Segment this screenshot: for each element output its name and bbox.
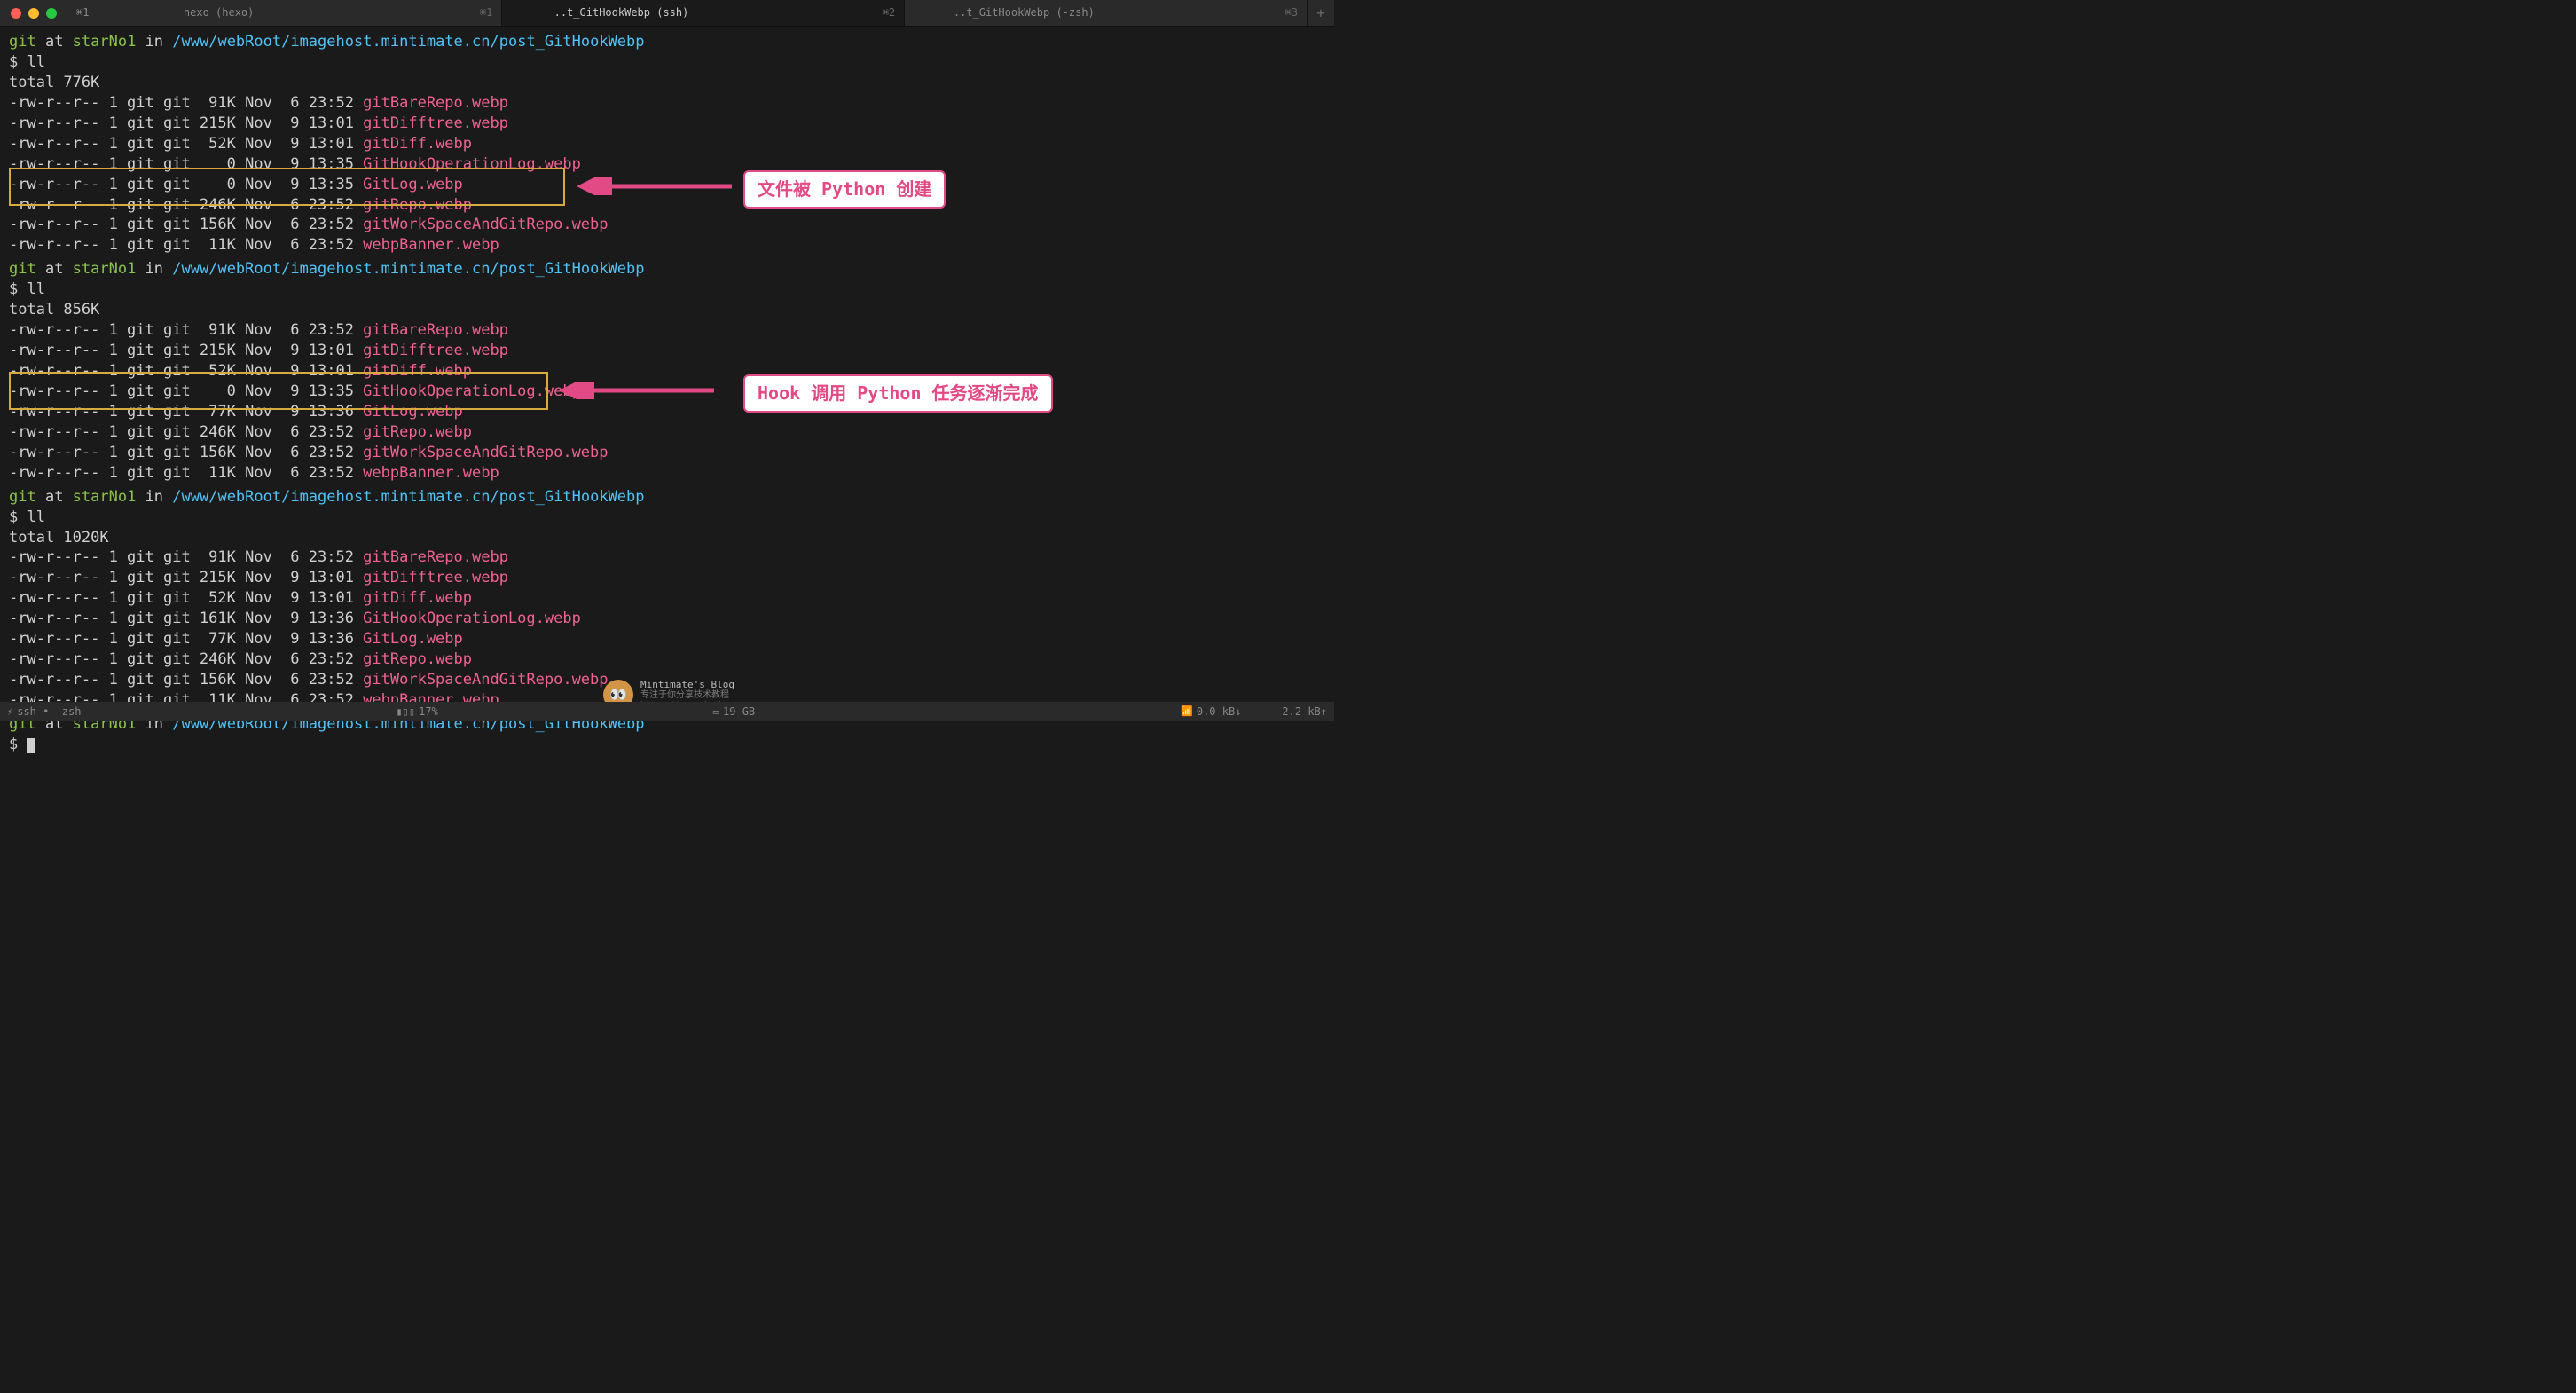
tab-title: ..t_GitHookWebp (-zsh) xyxy=(905,5,1143,20)
ls-line: -rw-r--r-- 1 git git 156K Nov 6 23:52 gi… xyxy=(9,215,1325,235)
memory-icon: ▭ xyxy=(713,704,719,719)
prompt-line: git at starNo1 in /www/webRoot/imagehost… xyxy=(9,32,1325,52)
status-network: 📶 0.0 kB↓ 2.2 kB↑ xyxy=(1181,704,1327,719)
ls-line: -rw-r--r-- 1 git git 215K Nov 9 13:01 gi… xyxy=(9,114,1325,134)
status-bar: ⚡︎ ssh • -zsh ▮▯▯ 17% ▭ 19 GB 📶 0.0 kB↓ … xyxy=(0,702,1334,721)
ls-line: -rw-r--r-- 1 git git 215K Nov 9 13:01 gi… xyxy=(9,568,1325,588)
command-line: $ ll xyxy=(9,279,1325,300)
tab-0[interactable]: hexo (hexo) ⌘1 xyxy=(99,0,502,26)
tab-1[interactable]: ..t_GitHookWebp (ssh) ⌘2 xyxy=(502,0,905,26)
annotation-2: Hook 调用 Python 任务逐渐完成 xyxy=(743,374,1053,413)
wifi-icon: 📶 xyxy=(1181,705,1193,719)
ls-line: -rw-r--r-- 1 git git 77K Nov 9 13:36 Git… xyxy=(9,402,1325,422)
ls-line: -rw-r--r-- 1 git git 156K Nov 6 23:52 gi… xyxy=(9,443,1325,463)
tab-shortcut: ⌘2 xyxy=(883,5,904,20)
minimize-icon[interactable] xyxy=(28,8,39,19)
prompt-line: git at starNo1 in /www/webRoot/imagehost… xyxy=(9,259,1325,279)
new-tab-button[interactable]: + xyxy=(1308,4,1334,23)
bolt-icon: ⚡︎ xyxy=(7,704,13,719)
ls-line: -rw-r--r-- 1 git git 11K Nov 6 23:52 web… xyxy=(9,463,1325,484)
ls-line: -rw-r--r-- 1 git git 246K Nov 6 23:52 gi… xyxy=(9,649,1325,670)
status-memory: ▭ 19 GB xyxy=(713,704,755,719)
command-line: $ ll xyxy=(9,52,1325,73)
tab-title: hexo (hexo) xyxy=(99,5,337,20)
window-controls: ⌘1 xyxy=(0,5,99,20)
status-session-text: ssh • -zsh xyxy=(17,704,81,719)
memory-text: 19 GB xyxy=(723,704,755,719)
ls-line: -rw-r--r-- 1 git git 161K Nov 9 13:36 Gi… xyxy=(9,609,1325,629)
ls-line: -rw-r--r-- 1 git git 91K Nov 6 23:52 git… xyxy=(9,320,1325,341)
watermark-title: Mintimate's Blog xyxy=(640,679,756,690)
tab-shortcut: ⌘3 xyxy=(1285,5,1307,20)
status-session: ⚡︎ ssh • -zsh xyxy=(7,704,81,719)
title-bar: ⌘1 hexo (hexo)⌘1..t_GitHookWebp (ssh)⌘2.… xyxy=(0,0,1334,27)
ls-line: -rw-r--r-- 1 git git 52K Nov 9 13:01 git… xyxy=(9,134,1325,154)
total-line: total 1020K xyxy=(9,528,1325,548)
battery-icon: ▮▯▯ xyxy=(396,704,415,719)
ls-line: -rw-r--r-- 1 git git 0 Nov 9 13:35 GitLo… xyxy=(9,175,1325,195)
status-battery: ▮▯▯ 17% xyxy=(396,704,437,719)
watermark-subtitle: 专注于你分享技术教程 xyxy=(640,690,756,701)
tab-title: ..t_GitHookWebp (ssh) xyxy=(502,5,740,20)
net-down: 0.0 kB↓ xyxy=(1197,704,1242,719)
cursor xyxy=(27,738,35,753)
command-line: $ xyxy=(9,735,1325,755)
window-shortcut: ⌘1 xyxy=(76,5,89,20)
ls-line: -rw-r--r-- 1 git git 246K Nov 6 23:52 gi… xyxy=(9,195,1325,216)
command-line: $ ll xyxy=(9,508,1325,528)
battery-text: 17% xyxy=(419,704,438,719)
ls-line: -rw-r--r-- 1 git git 11K Nov 6 23:52 web… xyxy=(9,235,1325,256)
maximize-icon[interactable] xyxy=(46,8,57,19)
tabs: hexo (hexo) ⌘1..t_GitHookWebp (ssh) ⌘2..t_… xyxy=(99,0,1308,26)
close-icon[interactable] xyxy=(11,8,21,19)
terminal-content[interactable]: git at starNo1 in /www/webRoot/imagehost… xyxy=(0,27,1334,755)
ls-line: -rw-r--r-- 1 git git 91K Nov 6 23:52 git… xyxy=(9,93,1325,114)
tab-shortcut: ⌘1 xyxy=(480,5,501,20)
total-line: total 776K xyxy=(9,73,1325,93)
ls-line: -rw-r--r-- 1 git git 0 Nov 9 13:35 GitHo… xyxy=(9,154,1325,175)
net-up: 2.2 kB↑ xyxy=(1282,704,1327,719)
ls-line: -rw-r--r-- 1 git git 91K Nov 6 23:52 git… xyxy=(9,547,1325,568)
prompt-line: git at starNo1 in /www/webRoot/imagehost… xyxy=(9,487,1325,508)
annotation-1: 文件被 Python 创建 xyxy=(743,170,946,209)
ls-line: -rw-r--r-- 1 git git 52K Nov 9 13:01 git… xyxy=(9,361,1325,382)
ls-line: -rw-r--r-- 1 git git 77K Nov 9 13:36 Git… xyxy=(9,629,1325,649)
tab-2[interactable]: ..t_GitHookWebp (-zsh) ⌘3 xyxy=(905,0,1308,26)
total-line: total 856K xyxy=(9,300,1325,320)
ls-line: -rw-r--r-- 1 git git 52K Nov 9 13:01 git… xyxy=(9,588,1325,609)
ls-line: -rw-r--r-- 1 git git 0 Nov 9 13:35 GitHo… xyxy=(9,382,1325,402)
ls-line: -rw-r--r-- 1 git git 215K Nov 9 13:01 gi… xyxy=(9,341,1325,361)
ls-line: -rw-r--r-- 1 git git 246K Nov 6 23:52 gi… xyxy=(9,422,1325,443)
